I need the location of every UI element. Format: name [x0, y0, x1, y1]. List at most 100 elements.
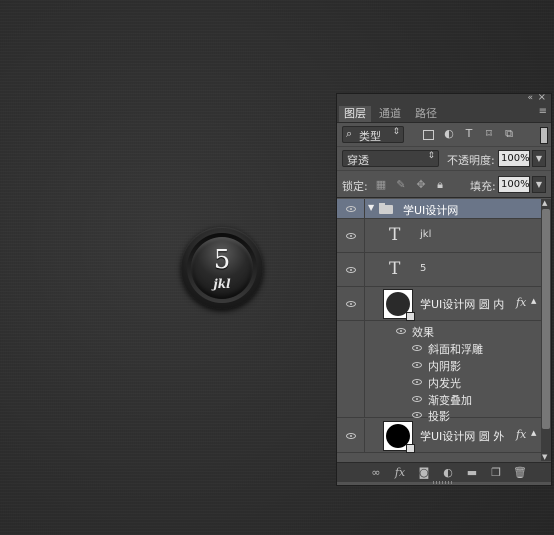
text-filter-icon[interactable]: T	[463, 128, 475, 140]
eye-icon[interactable]	[346, 206, 356, 212]
lock-paint-icon[interactable]: ✎	[395, 178, 407, 191]
layer-name: 学UI设计网 圆 内	[420, 298, 505, 311]
button-ring: 5 jkl	[187, 233, 257, 303]
effect-bevel-emboss[interactable]: 斜面和浮雕	[337, 340, 541, 357]
fx-icon[interactable]: fx	[516, 296, 526, 309]
effect-label: 内发光	[428, 377, 461, 390]
eye-icon[interactable]	[346, 267, 356, 273]
layer-shape-outer[interactable]: 学UI设计网 圆 外 fx ▲	[337, 419, 541, 453]
lock-transparency-icon[interactable]: ▦	[375, 178, 387, 191]
link-layers-icon[interactable]: ∞	[369, 466, 383, 479]
new-adjustment-icon[interactable]: ◐	[441, 466, 455, 479]
add-style-icon[interactable]: fx	[393, 466, 407, 479]
fill-field[interactable]: 100%	[498, 176, 530, 193]
adjustment-filter-icon[interactable]: ◐	[443, 128, 455, 140]
button-face: 5 jkl	[191, 237, 253, 299]
eye-icon[interactable]	[346, 433, 356, 439]
effect-gradient-overlay[interactable]: 渐变叠加	[337, 391, 541, 408]
group-name: 学UI设计网	[403, 204, 459, 217]
layer-divider	[364, 287, 365, 320]
panel-menu-icon[interactable]: ≡	[539, 106, 547, 117]
blend-mode-value: 穿透	[347, 154, 369, 167]
layer-group[interactable]: ▼ 学UI设计网	[337, 199, 541, 219]
panel-tabbar: 图层 通道 路径 ≡	[337, 105, 551, 123]
eye-icon[interactable]	[396, 328, 406, 334]
scroll-down-icon[interactable]: ▼	[542, 453, 547, 461]
expand-arrow-icon[interactable]: ▲	[531, 297, 536, 305]
tab-paths[interactable]: 路径	[410, 106, 442, 122]
lock-position-icon[interactable]: ✥	[415, 178, 427, 191]
new-layer-icon[interactable]: ❐	[489, 466, 503, 479]
smart-object-filter-icon[interactable]: ⧉	[503, 128, 515, 140]
delete-layer-icon[interactable]: 🗑︎	[513, 466, 527, 479]
layer-thumbnail	[383, 289, 415, 321]
collapse-icon[interactable]: «	[527, 93, 533, 103]
filter-kind-label: 类型	[359, 130, 381, 143]
eye-icon[interactable]	[346, 233, 356, 239]
close-icon[interactable]: ×	[538, 92, 546, 103]
button-number: 5	[213, 245, 231, 275]
shape-filter-icon[interactable]: ⌑	[483, 128, 495, 140]
layer-text-jkl[interactable]: T jkl	[337, 219, 541, 253]
fill-label: 填充:	[470, 180, 496, 193]
image-filter-icon[interactable]	[423, 130, 434, 140]
text-layer-icon: T	[389, 225, 401, 245]
layer-thumbnail	[383, 421, 415, 453]
tab-layers[interactable]: 图层	[339, 106, 371, 122]
effect-label: 斜面和浮雕	[428, 343, 483, 356]
filter-kind-select[interactable]: ⌕ 类型 ⇕	[342, 126, 404, 143]
fx-icon[interactable]: fx	[516, 428, 526, 441]
eye-icon[interactable]	[412, 396, 422, 402]
resize-grip[interactable]	[433, 481, 453, 484]
effects-list: 效果 斜面和浮雕 内阴影 内发光 渐变叠加 投影	[337, 321, 541, 423]
text-layer-icon: T	[389, 259, 401, 279]
filter-row: ⌕ 类型 ⇕ ◐ T ⌑ ⧉	[337, 123, 551, 147]
layer-name: jkl	[420, 229, 432, 240]
button-artwork: 5 jkl	[181, 227, 263, 309]
expand-arrow-icon[interactable]: ▲	[531, 429, 536, 437]
updown-arrow-icon: ⇕	[427, 151, 435, 161]
layer-name: 5	[420, 263, 427, 274]
layer-shape-inner[interactable]: 学UI设计网 圆 内 fx ▲	[337, 287, 541, 321]
layer-divider	[364, 219, 365, 252]
lock-all-icon[interactable]: 🔒︎	[434, 178, 446, 192]
layer-divider	[364, 199, 365, 218]
opacity-dropdown-icon[interactable]: ▼	[532, 150, 546, 167]
eye-icon[interactable]	[412, 379, 422, 385]
panel-titlebar: « ×	[337, 92, 551, 105]
panel-bottom-bar: ∞ fx ◙ ◐ ▬ ❐ 🗑︎	[337, 462, 551, 482]
lock-row: 锁定: ▦ ✎ ✥ 🔒︎ 填充: 100% ▼	[337, 171, 551, 198]
lock-label: 锁定:	[342, 180, 368, 193]
filter-toggle[interactable]	[540, 127, 548, 144]
fill-dropdown-icon[interactable]: ▼	[532, 176, 546, 193]
effects-label: 效果	[412, 326, 434, 339]
opacity-field[interactable]: 100%	[498, 150, 530, 167]
eye-icon[interactable]	[412, 362, 422, 368]
opacity-label: 不透明度:	[447, 154, 495, 167]
layers-scrollbar[interactable]: ▲ ▼	[541, 199, 551, 461]
eye-icon[interactable]	[412, 345, 422, 351]
layer-text-5[interactable]: T 5	[337, 253, 541, 287]
button-subtitle: jkl	[213, 277, 231, 291]
scroll-thumb[interactable]	[542, 209, 550, 429]
effect-label: 渐变叠加	[428, 394, 472, 407]
expand-arrow-icon[interactable]: ▼	[368, 203, 374, 212]
scroll-up-icon[interactable]: ▲	[542, 199, 547, 207]
updown-arrow-icon: ⇕	[392, 127, 400, 137]
effect-label: 内阴影	[428, 360, 461, 373]
effect-inner-shadow[interactable]: 内阴影	[337, 357, 541, 374]
layers-list: ▼ 学UI设计网 T jkl T 5 学UI设计网 圆 内 fx ▲ 效果 斜面…	[337, 199, 541, 461]
layers-panel: « × 图层 通道 路径 ≡ ⌕ 类型 ⇕ ◐ T ⌑ ⧉ 穿透 ⇕ 不透明度:…	[336, 92, 552, 486]
effect-inner-glow[interactable]: 内发光	[337, 374, 541, 391]
eye-icon[interactable]	[412, 412, 422, 418]
blend-mode-select[interactable]: 穿透 ⇕	[342, 150, 439, 167]
vector-mask-icon	[406, 444, 415, 453]
layer-name: 学UI设计网 圆 外	[420, 430, 505, 443]
tab-channels[interactable]: 通道	[374, 106, 406, 122]
layer-divider	[364, 419, 365, 452]
folder-icon	[379, 203, 393, 214]
add-mask-icon[interactable]: ◙	[417, 466, 431, 479]
eye-icon[interactable]	[346, 301, 356, 307]
new-group-icon[interactable]: ▬	[465, 466, 479, 479]
effects-header[interactable]: 效果	[337, 323, 541, 340]
